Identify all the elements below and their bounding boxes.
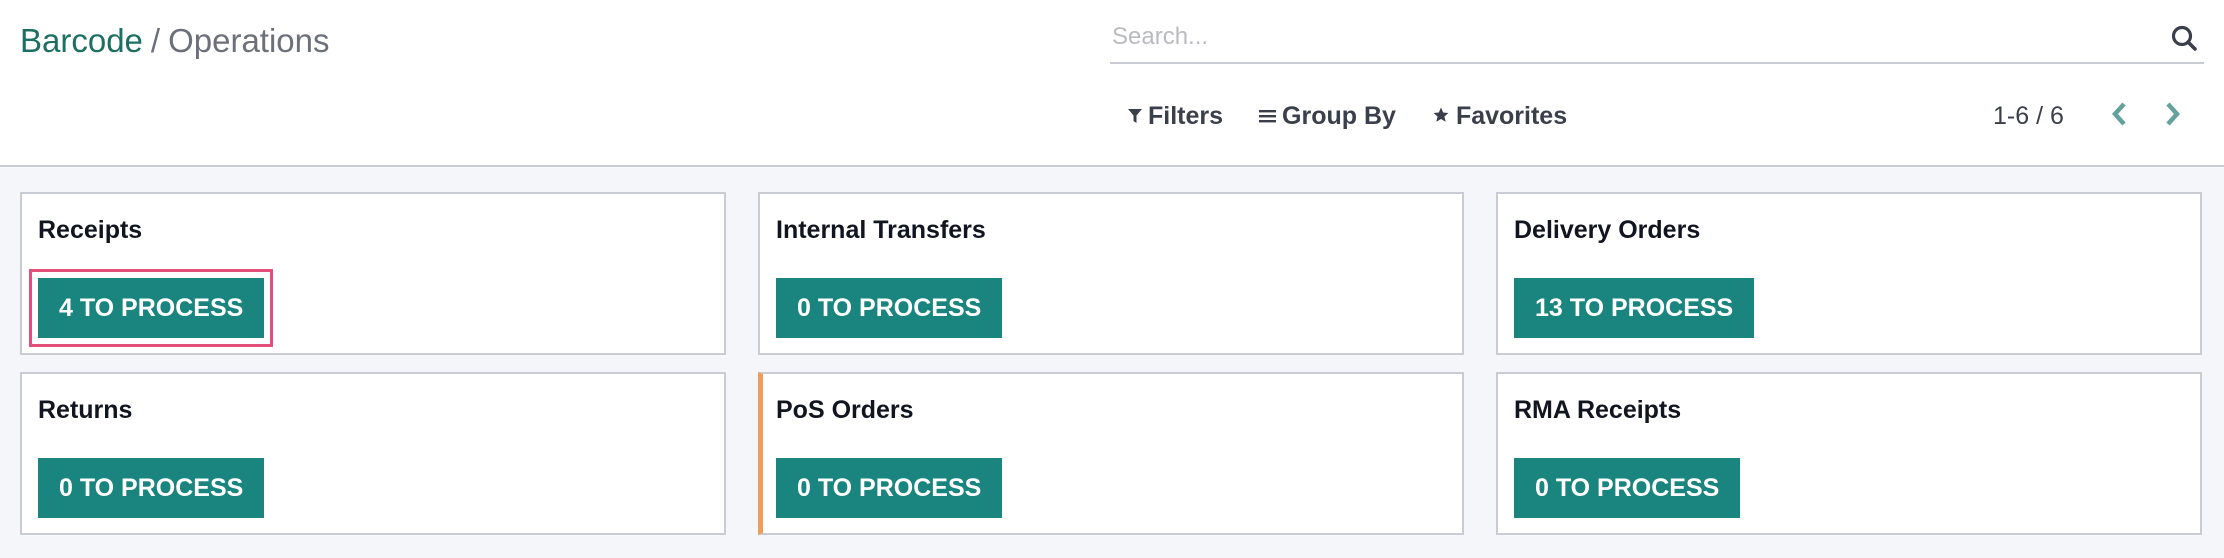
search-icon[interactable]: [2170, 24, 2198, 52]
breadcrumb: Barcode / Operations: [20, 21, 330, 61]
chevron-left-icon: [2111, 101, 2127, 132]
filters-button[interactable]: Filters: [1128, 102, 1223, 131]
group-by-label: Group By: [1282, 101, 1396, 130]
control-panel: Barcode/Operations Filters Group By Favo…: [0, 0, 2224, 167]
operation-card-rma-receipts[interactable]: RMA Receipts 0 TO PROCESS: [1496, 372, 2202, 535]
internal-transfers-to-process-button[interactable]: 0 TO PROCESS: [776, 278, 1003, 338]
pager-next-button[interactable]: [2160, 101, 2186, 131]
search-input[interactable]: [1112, 20, 2152, 54]
card-title: Internal Transfers: [776, 216, 986, 244]
receipts-to-process-button[interactable]: 4 TO PROCESS: [28, 269, 274, 347]
chevron-right-icon: [2165, 101, 2181, 132]
pager-value[interactable]: 1-6 / 6: [1993, 102, 2064, 131]
group-by-button[interactable]: Group By: [1259, 102, 1396, 131]
card-title: Receipts: [38, 216, 143, 244]
breadcrumb-separator: /: [150, 22, 161, 59]
delivery-orders-to-process-button[interactable]: 13 TO PROCESS: [1514, 278, 1755, 338]
pager: 1-6 / 6: [1993, 98, 2214, 134]
list-icon: [1259, 102, 1282, 131]
returns-to-process-button[interactable]: 0 TO PROCESS: [38, 458, 265, 518]
breadcrumb-barcode-link[interactable]: Barcode: [20, 22, 143, 59]
card-title: Returns: [38, 396, 133, 424]
card-title: PoS Orders: [776, 396, 914, 424]
search-options: Filters Group By Favorites: [1128, 98, 1603, 134]
operation-card-receipts[interactable]: Receipts 4 TO PROCESS: [20, 192, 726, 355]
favorites-label: Favorites: [1455, 101, 1568, 130]
filters-label: Filters: [1148, 101, 1224, 130]
search-bar: [1110, 14, 2204, 64]
operation-card-internal-transfers[interactable]: Internal Transfers 0 TO PROCESS: [758, 192, 1464, 355]
card-title: Delivery Orders: [1514, 216, 1701, 244]
star-icon: [1432, 102, 1456, 131]
operation-card-returns[interactable]: Returns 0 TO PROCESS: [20, 372, 726, 535]
favorites-button[interactable]: Favorites: [1432, 102, 1567, 131]
rma-receipts-to-process-button[interactable]: 0 TO PROCESS: [1514, 458, 1741, 518]
pos-orders-to-process-button[interactable]: 0 TO PROCESS: [776, 458, 1003, 518]
filter-icon: [1128, 102, 1148, 131]
page-title: Operations: [168, 22, 330, 59]
pager-previous-button[interactable]: [2106, 101, 2132, 131]
operation-card-delivery-orders[interactable]: Delivery Orders 13 TO PROCESS: [1496, 192, 2202, 355]
operation-card-pos-orders[interactable]: PoS Orders 0 TO PROCESS: [758, 372, 1464, 535]
card-title: RMA Receipts: [1514, 396, 1682, 424]
